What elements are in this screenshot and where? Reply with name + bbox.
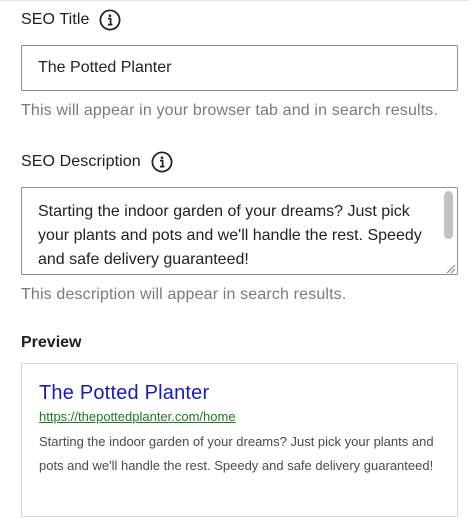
seo-description-label: SEO Description — [21, 153, 141, 170]
preview-title[interactable]: The Potted Planter — [39, 382, 209, 405]
seo-title-hint: This will appear in your browser tab and… — [21, 102, 439, 119]
seo-title-label-row: SEO Title — [21, 9, 121, 31]
seo-title-label: SEO Title — [21, 11, 90, 28]
textarea-scrollbar[interactable] — [444, 191, 453, 239]
seo-description-value: Starting the indoor garden of your dream… — [38, 203, 422, 268]
seo-description-textarea[interactable]: Starting the indoor garden of your dream… — [21, 187, 458, 275]
seo-description-label-row: SEO Description — [21, 151, 173, 173]
search-preview-card: The Potted Planter https://thepottedplan… — [21, 363, 458, 517]
preview-description: Starting the indoor garden of your dream… — [39, 434, 434, 473]
info-icon[interactable] — [151, 151, 173, 173]
seo-title-value: The Potted Planter — [38, 59, 172, 76]
preview-heading: Preview — [21, 334, 82, 351]
preview-url[interactable]: https://thepottedplanter.com/home — [39, 409, 236, 424]
seo-title-input[interactable]: The Potted Planter — [21, 45, 458, 91]
info-icon[interactable] — [99, 9, 121, 31]
top-divider — [0, 0, 469, 1]
seo-description-hint: This description will appear in search r… — [21, 286, 347, 303]
resize-handle-icon[interactable] — [445, 261, 456, 274]
